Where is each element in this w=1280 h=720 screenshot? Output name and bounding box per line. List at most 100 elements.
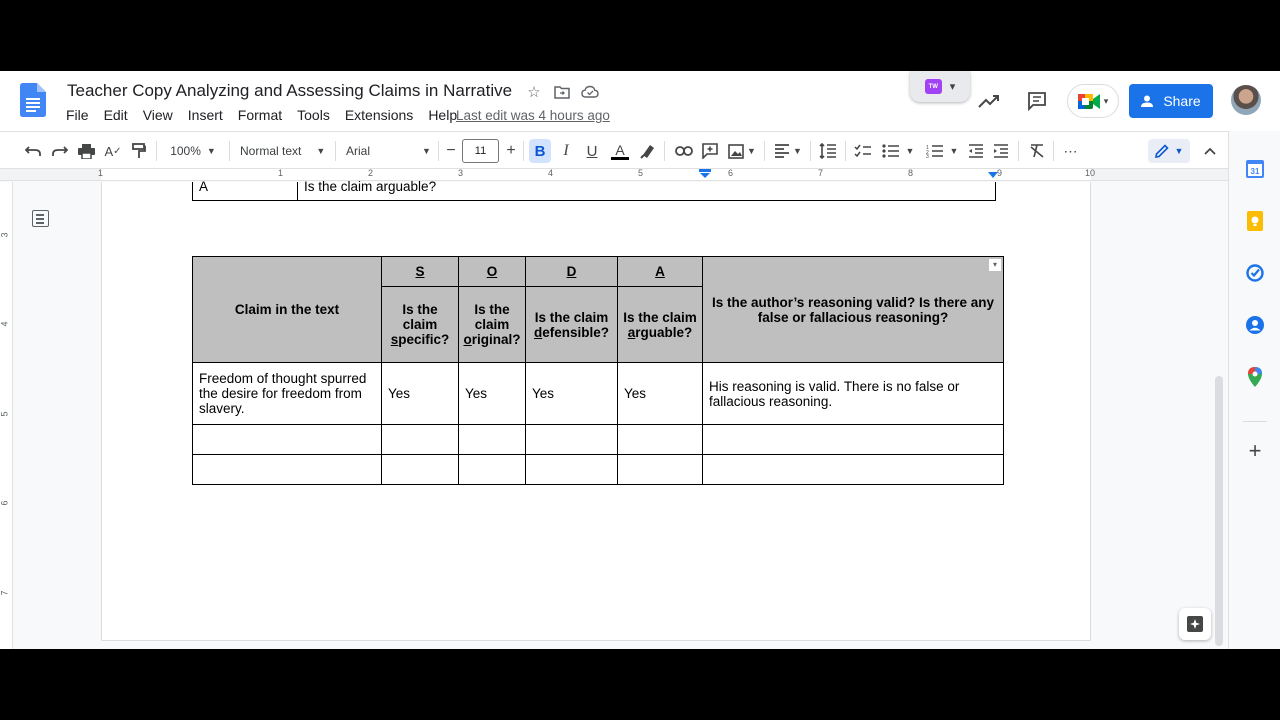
line-spacing-icon[interactable] bbox=[818, 140, 838, 162]
reasoning-cell[interactable] bbox=[702, 454, 1004, 485]
soda-letter-d: D bbox=[525, 256, 618, 287]
question-text: riginal? bbox=[471, 332, 521, 347]
numbered-list-icon[interactable]: 1 2 3 ▼ bbox=[924, 140, 960, 162]
last-edit-link[interactable]: Last edit was 4 hours ago bbox=[456, 108, 610, 123]
question-text: Is the claim bbox=[623, 309, 697, 325]
menu-format[interactable]: Format bbox=[238, 107, 282, 123]
italic-button[interactable]: I bbox=[557, 140, 575, 162]
defensible-cell[interactable]: Yes bbox=[525, 362, 618, 425]
add-comment-icon[interactable] bbox=[700, 140, 720, 162]
collapse-menus-icon[interactable] bbox=[1200, 140, 1220, 162]
document-title[interactable]: Teacher Copy Analyzing and Assessing Cla… bbox=[67, 81, 512, 101]
meet-camera-icon bbox=[1077, 93, 1100, 109]
comment-history-icon[interactable] bbox=[1025, 90, 1049, 112]
addon-puzzle-icon: TW bbox=[924, 79, 942, 94]
menu-tools[interactable]: Tools bbox=[297, 107, 330, 123]
arguable-cell[interactable] bbox=[617, 454, 703, 485]
paint-format-icon[interactable] bbox=[130, 140, 148, 162]
maps-icon[interactable] bbox=[1245, 367, 1265, 387]
specific-cell[interactable]: Yes bbox=[381, 362, 459, 425]
indent-marker-icon[interactable] bbox=[699, 169, 711, 179]
insert-link-icon[interactable] bbox=[674, 140, 694, 162]
reasoning-cell[interactable]: His reasoning is valid. There is no fals… bbox=[702, 362, 1004, 425]
increase-font-size-button[interactable]: + bbox=[503, 140, 519, 162]
docs-logo-icon[interactable] bbox=[20, 83, 46, 117]
decrease-indent-icon[interactable] bbox=[966, 140, 986, 162]
print-icon[interactable] bbox=[77, 140, 95, 162]
meet-button[interactable]: ▾ bbox=[1067, 84, 1119, 118]
soda-table[interactable]: Claim in the text S O D A Is the author’… bbox=[192, 256, 1004, 485]
increase-indent-icon[interactable] bbox=[991, 140, 1011, 162]
specific-cell[interactable] bbox=[381, 454, 459, 485]
explore-sparkle-icon[interactable] bbox=[1179, 608, 1211, 640]
bulleted-list-icon[interactable]: ▼ bbox=[881, 140, 915, 162]
paragraph-style-select[interactable]: Normal text ▼ bbox=[236, 140, 328, 162]
ruler-number: 10 bbox=[1085, 168, 1096, 178]
original-cell[interactable] bbox=[458, 424, 526, 455]
question-defensible: Is the claim defensible? bbox=[525, 286, 618, 363]
defensible-cell[interactable] bbox=[525, 424, 618, 455]
calendar-icon[interactable]: 31 bbox=[1245, 159, 1265, 179]
add-addon-icon[interactable]: + bbox=[1245, 438, 1265, 463]
share-button[interactable]: Share bbox=[1129, 84, 1213, 118]
soda-letter-a: A bbox=[617, 256, 703, 287]
horizontal-ruler[interactable]: 1 1 2 3 4 5 6 7 8 9 10 bbox=[0, 168, 1228, 181]
claim-cell[interactable]: Freedom of thought spurred the desire fo… bbox=[192, 362, 382, 425]
star-icon[interactable]: ☆ bbox=[524, 82, 544, 102]
zoom-select[interactable]: 100% ▼ bbox=[164, 140, 222, 162]
vertical-scrollbar[interactable] bbox=[1215, 376, 1223, 646]
arguable-cell[interactable] bbox=[617, 424, 703, 455]
menu-extensions[interactable]: Extensions bbox=[345, 107, 413, 123]
undo-icon[interactable] bbox=[24, 140, 42, 162]
document-outline-icon[interactable] bbox=[32, 210, 49, 227]
table-row bbox=[192, 454, 1004, 485]
bold-button[interactable]: B bbox=[529, 139, 551, 163]
align-left-icon[interactable]: ▼ bbox=[773, 140, 803, 162]
tasks-icon[interactable] bbox=[1245, 263, 1265, 283]
font-size-input[interactable]: 11 bbox=[462, 139, 499, 163]
cell-menu-chevron-icon[interactable]: ▾ bbox=[989, 259, 1001, 271]
move-folder-icon[interactable] bbox=[552, 82, 572, 102]
cloud-saved-icon[interactable] bbox=[580, 82, 600, 102]
menu-view[interactable]: View bbox=[143, 107, 173, 123]
more-options-icon[interactable]: ⋯ bbox=[1060, 140, 1082, 162]
soda-letter-o: O bbox=[458, 256, 526, 287]
soda-letter-s: S bbox=[381, 256, 459, 287]
vertical-ruler[interactable]: 3 4 5 6 7 bbox=[0, 182, 13, 649]
redo-icon[interactable] bbox=[51, 140, 69, 162]
avatar[interactable] bbox=[1231, 85, 1261, 115]
contacts-icon[interactable] bbox=[1245, 315, 1265, 335]
arguable-cell[interactable]: Yes bbox=[617, 362, 703, 425]
menu-file[interactable]: File bbox=[66, 107, 89, 123]
document-page[interactable]: A Is the claim arguable? Claim in the te… bbox=[101, 180, 1091, 641]
highlight-color-icon[interactable] bbox=[638, 140, 658, 162]
claim-cell[interactable] bbox=[192, 424, 382, 455]
insert-image-icon[interactable]: ▼ bbox=[726, 140, 758, 162]
right-indent-marker-icon[interactable] bbox=[987, 170, 999, 180]
reasoning-cell[interactable] bbox=[702, 424, 1004, 455]
text-color-button[interactable]: A bbox=[610, 140, 630, 162]
menu-edit[interactable]: Edit bbox=[104, 107, 128, 123]
decrease-font-size-button[interactable]: − bbox=[443, 140, 459, 162]
original-cell[interactable]: Yes bbox=[458, 362, 526, 425]
question-text: Is the claim bbox=[402, 302, 438, 332]
original-cell[interactable] bbox=[458, 454, 526, 485]
menu-insert[interactable]: Insert bbox=[188, 107, 223, 123]
keep-icon[interactable] bbox=[1245, 211, 1265, 231]
claim-cell[interactable] bbox=[192, 454, 382, 485]
specific-cell[interactable] bbox=[381, 424, 459, 455]
addon-menu[interactable]: TW ▾ bbox=[910, 71, 970, 102]
checklist-icon[interactable] bbox=[853, 140, 873, 162]
clear-formatting-icon[interactable] bbox=[1027, 140, 1047, 162]
ruler-number: 6 bbox=[728, 168, 734, 178]
spellcheck-icon[interactable]: A ✓ bbox=[103, 140, 123, 162]
docs-app: Teacher Copy Analyzing and Assessing Cla… bbox=[0, 71, 1280, 649]
svg-text:3: 3 bbox=[926, 154, 929, 158]
menu-help[interactable]: Help bbox=[428, 107, 457, 123]
activity-dashboard-icon[interactable] bbox=[977, 91, 1001, 111]
defensible-cell[interactable] bbox=[525, 454, 618, 485]
underline-button[interactable]: U bbox=[583, 140, 601, 162]
editing-mode-button[interactable]: ▼ bbox=[1148, 139, 1190, 163]
menu-bar: File Edit View Insert Format Tools Exten… bbox=[66, 107, 472, 123]
font-family-select[interactable]: Arial ▼ bbox=[342, 140, 434, 162]
